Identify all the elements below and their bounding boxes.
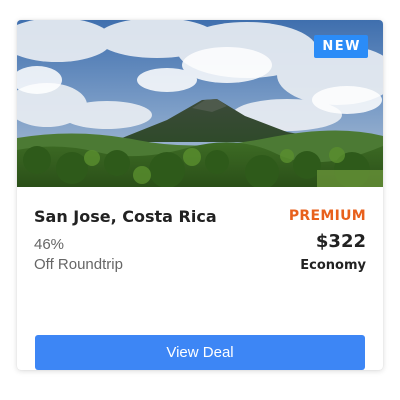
pricing-info: PREMIUM $322 Economy: [289, 208, 366, 273]
destination-photo: NEW: [17, 20, 383, 187]
destination-title: San Jose, Costa Rica: [34, 207, 217, 226]
view-deal-button[interactable]: View Deal: [35, 335, 365, 370]
deal-card: NEW San Jose, Costa Rica 46% Off Roundtr…: [17, 20, 383, 370]
new-badge: NEW: [314, 35, 368, 58]
tier-label: PREMIUM: [288, 208, 366, 224]
deal-details: San Jose, Costa Rica 46% Off Roundtrip P…: [17, 187, 383, 370]
discount-percent: 46%: [34, 236, 65, 253]
discount-label: Off Roundtrip: [34, 256, 123, 273]
cabin-class: Economy: [300, 258, 366, 273]
price: $322: [315, 231, 366, 252]
deal-info: San Jose, Costa Rica 46% Off Roundtrip: [34, 207, 217, 273]
